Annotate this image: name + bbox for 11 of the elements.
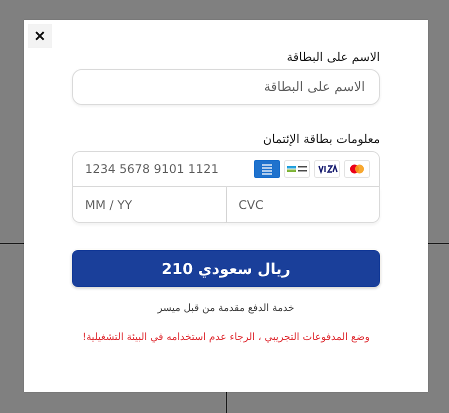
field-label: معلومات بطاقة الإئتمان — [262, 132, 380, 146]
field-label: الاسم على البطاقة — [286, 50, 380, 64]
expiry-field[interactable]: MM / YY — [72, 187, 226, 223]
cardholder-name-field[interactable]: الاسم على البطاقة — [72, 69, 380, 105]
test-mode-warning: وضع المدفوعات التجريبي ، الرجاء عدم استخدامه في البيئة التشغيلية! — [82, 332, 370, 343]
cvc-field[interactable]: CVC — [226, 187, 380, 223]
provider-note: خدمة الدفع مقدمة من قبل ميسر — [158, 303, 294, 314]
close-button[interactable]: ✕ — [28, 24, 52, 48]
pay-button[interactable]: 210 ريال سعودي — [72, 250, 380, 287]
visa-card-icon — [314, 160, 340, 178]
mastercard-icon — [344, 160, 370, 178]
